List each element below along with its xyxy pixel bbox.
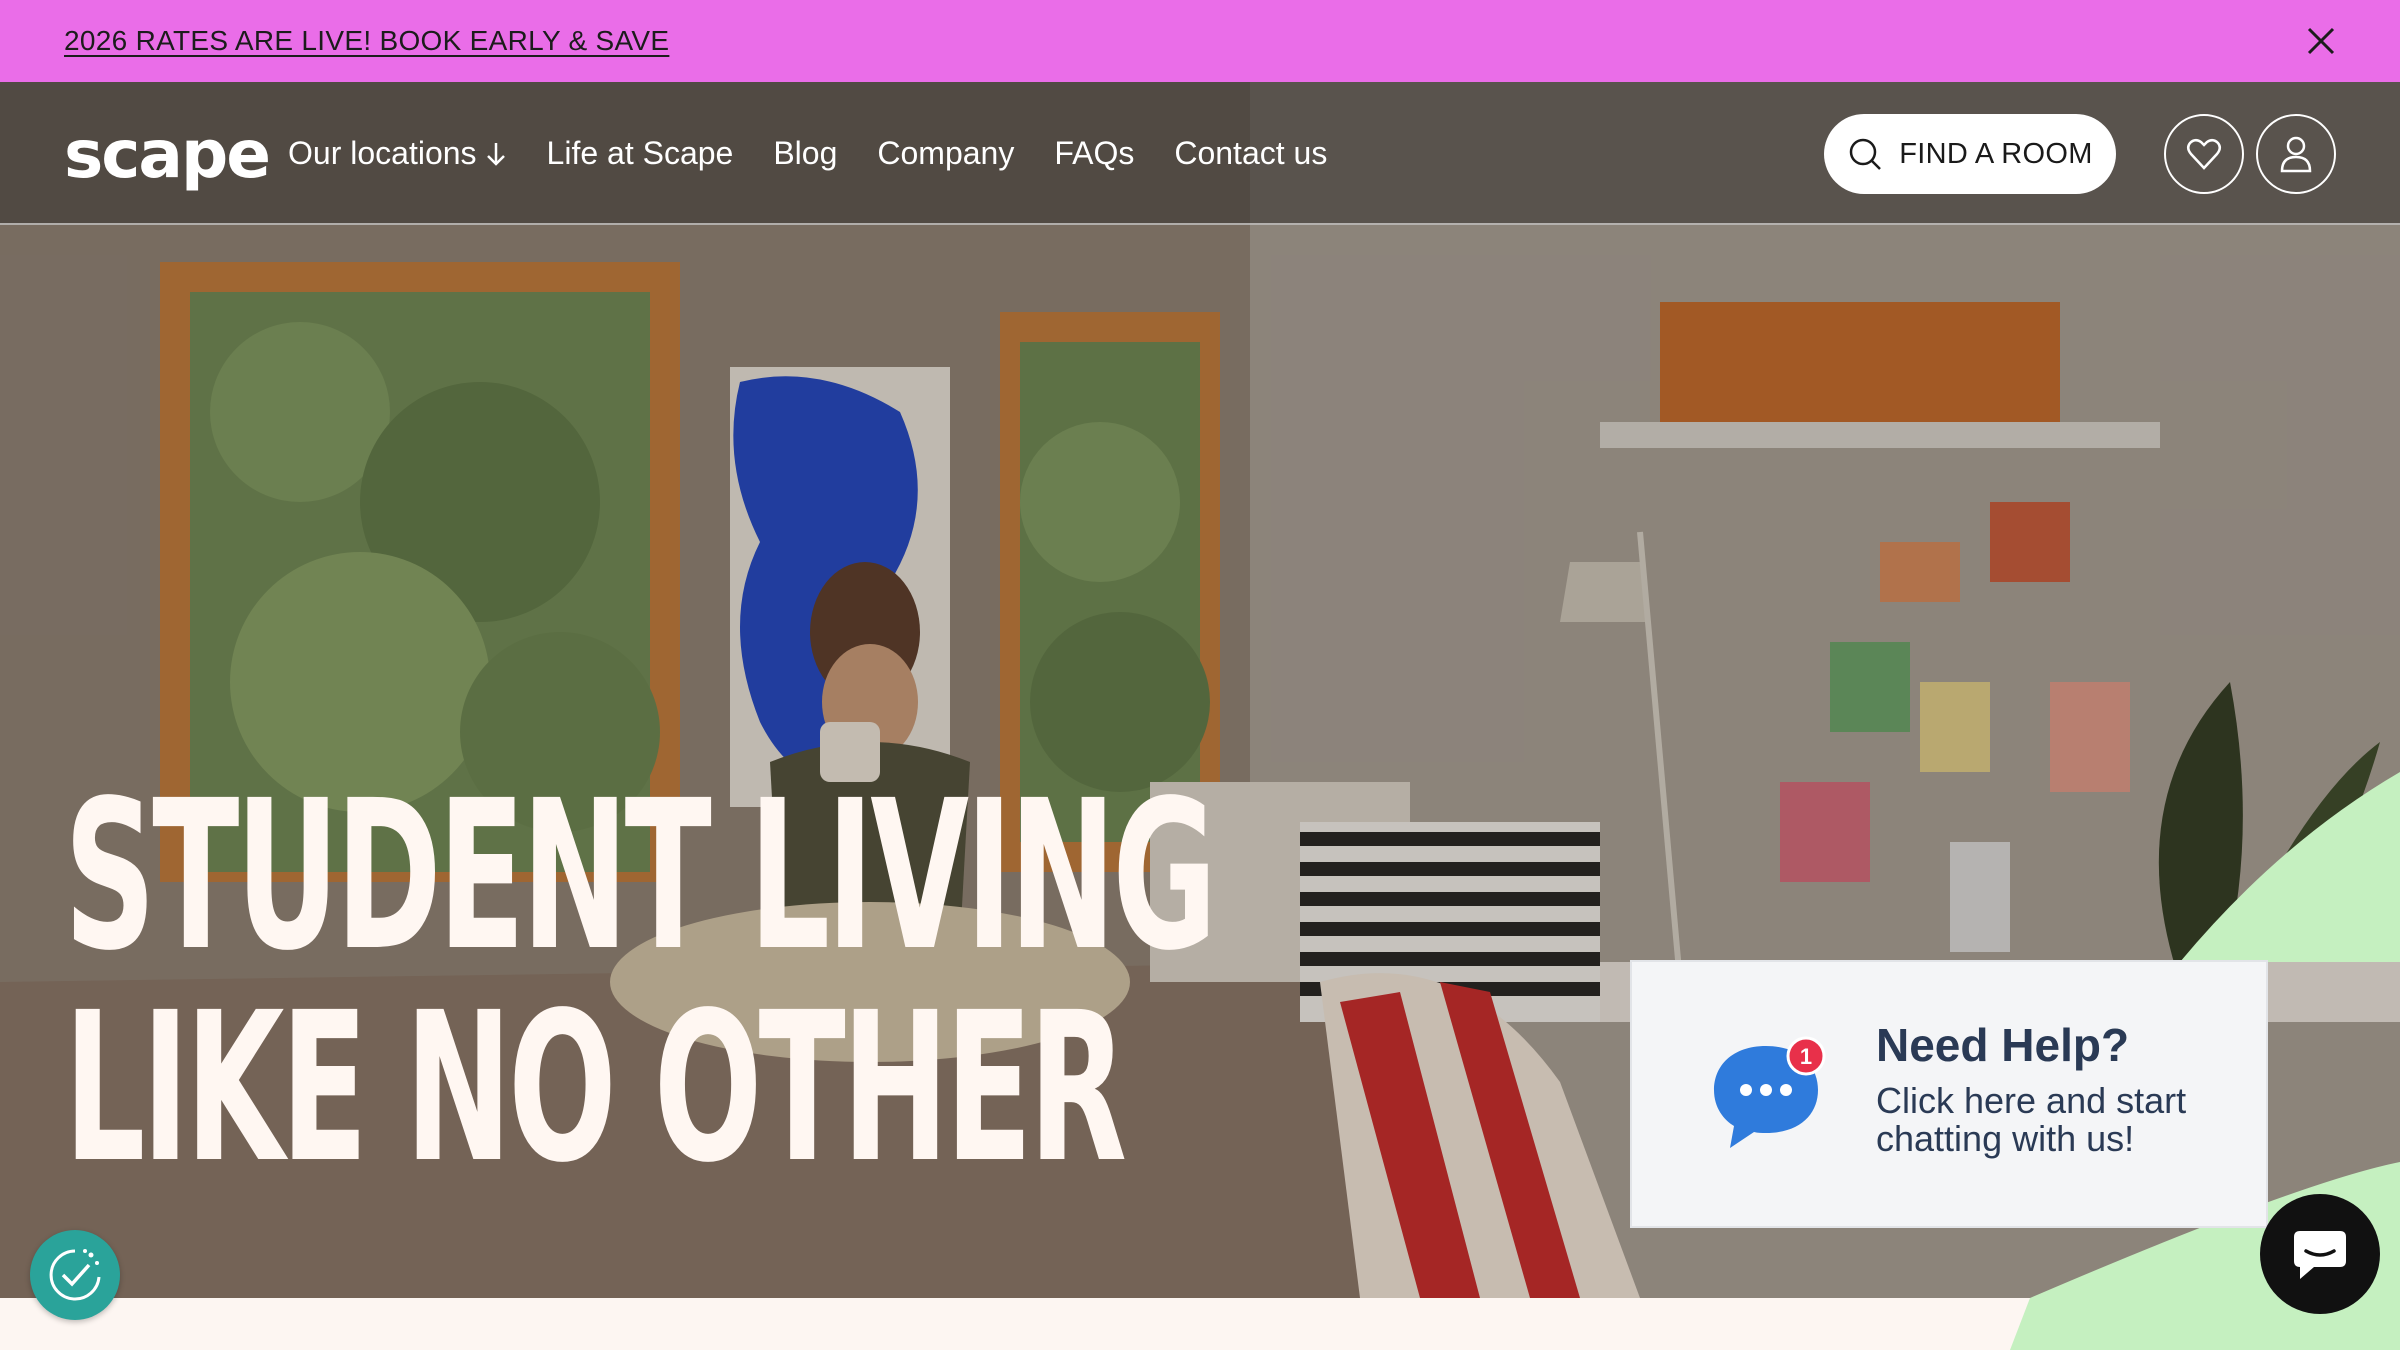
live-chat-button[interactable]: [2260, 1194, 2380, 1314]
help-title: Need Help?: [1876, 1019, 2130, 1071]
find-a-room-label: FIND A ROOM: [1899, 137, 2093, 170]
nav-faqs[interactable]: FAQs: [1054, 135, 1134, 172]
site-header: scape Our locations Life at Scape Blog C…: [0, 82, 2400, 225]
cookie-consent-icon: [49, 1249, 101, 1301]
headline-line-1: STUDENT LIVING: [64, 756, 1217, 996]
nav-life-at-scape[interactable]: Life at Scape: [547, 135, 734, 172]
scape-logo[interactable]: scape: [64, 122, 271, 188]
notification-badge: 1: [1800, 1044, 1812, 1069]
nav-label: Contact us: [1174, 135, 1328, 171]
account-button[interactable]: [2256, 114, 2336, 194]
nav-label: FAQs: [1054, 135, 1135, 171]
arrow-down-icon: [486, 142, 505, 166]
nav-label: Our locations: [288, 135, 477, 171]
heart-icon: [2187, 139, 2221, 170]
nav-our-locations[interactable]: Our locations: [288, 135, 507, 172]
promo-link[interactable]: 2026 RATES ARE LIVE! BOOK EARLY & SAVE: [64, 25, 669, 57]
chat-icon: [2294, 1231, 2346, 1279]
main-nav: Our locations Life at Scape Blog Company…: [288, 82, 1327, 225]
nav-company[interactable]: Company: [877, 135, 1014, 172]
chat-bubble-icon: 1: [1714, 1036, 1826, 1148]
nav-blog[interactable]: Blog: [773, 135, 837, 172]
nav-label: Blog: [773, 135, 838, 171]
nav-label: Company: [877, 135, 1015, 171]
close-icon[interactable]: [2304, 24, 2338, 58]
nav-label: Life at Scape: [546, 135, 734, 171]
nav-contact-us[interactable]: Contact us: [1174, 135, 1327, 172]
user-icon: [2280, 136, 2312, 173]
hero-headline: STUDENT LIVING LIKE NO OTHER: [64, 756, 1217, 1208]
page-bottom: [0, 1298, 2400, 1350]
find-a-room-button[interactable]: FIND A ROOM: [1824, 114, 2116, 194]
headline-line-2: LIKE NO OTHER: [64, 968, 1127, 1208]
help-subtitle: Click here and start chatting with us!: [1876, 1080, 2187, 1159]
favorites-button[interactable]: [2164, 114, 2244, 194]
help-chat-card[interactable]: 1 Need Help? Click here and start chatti…: [1630, 960, 2268, 1228]
search-icon: [1850, 138, 1882, 170]
promo-banner: 2026 RATES ARE LIVE! BOOK EARLY & SAVE: [0, 0, 2400, 82]
decorative-green-shape-bottom: [2010, 1298, 2400, 1350]
cookie-settings-button[interactable]: [30, 1230, 120, 1320]
